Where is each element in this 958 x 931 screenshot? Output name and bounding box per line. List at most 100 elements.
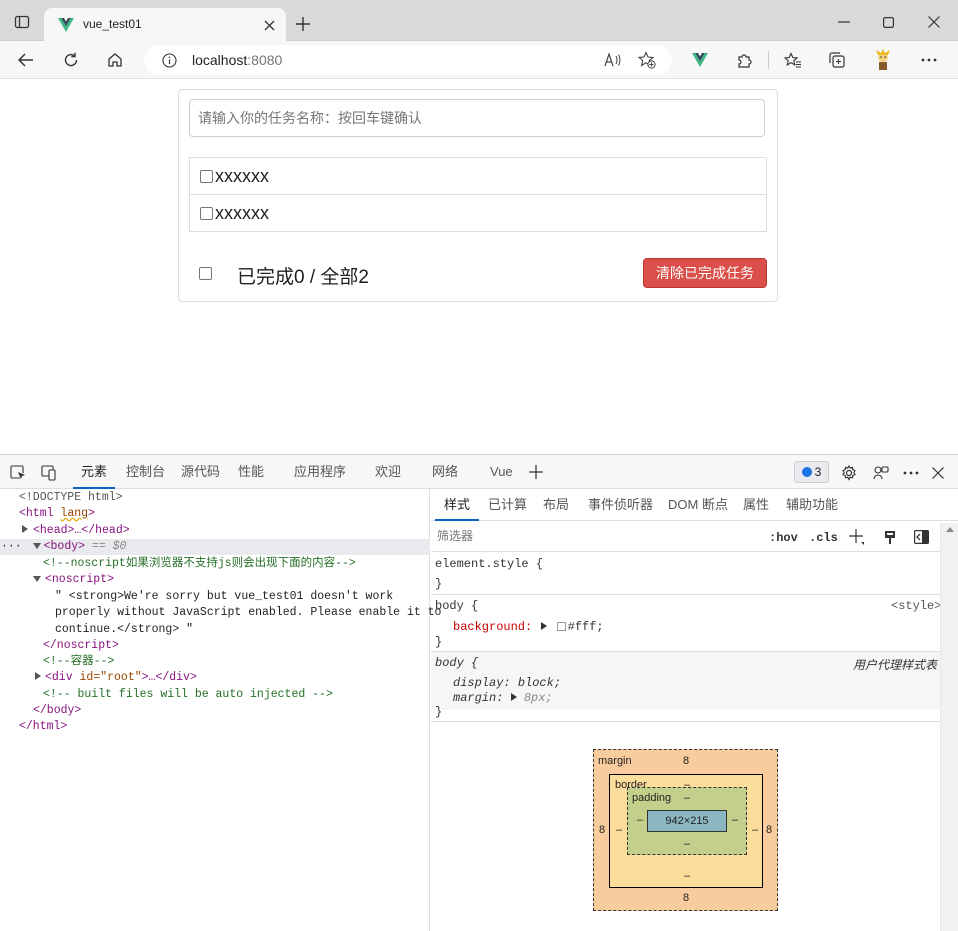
- element-style-selector[interactable]: element.style {: [435, 557, 543, 571]
- dom-node[interactable]: </noscript>: [43, 638, 119, 654]
- dom-text-node[interactable]: " <strong>We're sorry but vue_test01 doe…: [55, 589, 393, 605]
- dom-node-selected[interactable]: ··· <body> == $0: [0, 539, 430, 555]
- margin-declaration[interactable]: margin: 8px;: [453, 691, 553, 705]
- tab-welcome[interactable]: 欢迎: [375, 455, 401, 489]
- tab-network[interactable]: 网络: [432, 455, 458, 489]
- dom-node[interactable]: <head>…</head>: [22, 523, 130, 539]
- tab-actions-icon[interactable]: [14, 14, 30, 30]
- feedback-icon[interactable]: [872, 464, 889, 481]
- dom-text-node[interactable]: properly without JavaScript enabled. Ple…: [55, 605, 441, 621]
- close-devtools-icon[interactable]: [929, 464, 946, 481]
- new-style-rule-icon[interactable]: [849, 529, 865, 545]
- border-right-value[interactable]: –: [752, 824, 758, 836]
- border-left-value[interactable]: –: [616, 824, 622, 836]
- list-item[interactable]: xxxxxx: [190, 158, 766, 195]
- styles-scrollbar[interactable]: [940, 523, 958, 931]
- styles-filter-input[interactable]: [434, 525, 756, 547]
- inspect-element-icon[interactable]: [9, 464, 26, 481]
- refresh-icon[interactable]: [62, 51, 80, 69]
- border-bottom-value[interactable]: –: [684, 870, 690, 882]
- task-name-input[interactable]: [189, 99, 765, 137]
- hov-toggle[interactable]: :hov: [769, 531, 798, 545]
- scroll-up-arrow[interactable]: [946, 527, 954, 532]
- item-checkbox[interactable]: [200, 207, 213, 220]
- padding-bottom-value[interactable]: –: [684, 838, 690, 850]
- settings-gear-icon[interactable]: [840, 464, 857, 481]
- display-declaration[interactable]: display: block;: [453, 676, 561, 690]
- stab-styles[interactable]: 样式: [435, 489, 480, 521]
- expand-triangle-icon[interactable]: [510, 693, 517, 701]
- dom-node[interactable]: <!DOCTYPE html>: [19, 490, 123, 506]
- padding-right-value[interactable]: –: [732, 814, 738, 826]
- dom-node[interactable]: </body>: [33, 703, 81, 719]
- padding-top-value[interactable]: –: [684, 792, 690, 804]
- margin-right-value[interactable]: 8: [766, 824, 772, 836]
- list-item[interactable]: xxxxxx: [190, 195, 766, 232]
- dom-node[interactable]: <!--noscript如果浏览器不支持js则会出现下面的内容-->: [43, 556, 356, 572]
- color-swatch[interactable]: [556, 622, 566, 632]
- extensions-icon[interactable]: [735, 51, 753, 69]
- expand-triangle-icon[interactable]: [35, 672, 41, 680]
- background-declaration[interactable]: background: #fff;: [453, 620, 604, 634]
- box-model-margin[interactable]: margin 8 8 8 8 border – – – – padding – …: [593, 749, 778, 911]
- more-tools-plus-icon[interactable]: [528, 464, 544, 480]
- back-icon[interactable]: [17, 51, 35, 69]
- node-actions-icon[interactable]: ···: [1, 540, 22, 553]
- dom-node[interactable]: <div id="root">…</div>: [35, 670, 197, 686]
- select-all-checkbox[interactable]: [199, 267, 212, 280]
- clear-completed-button[interactable]: 清除已完成任务: [643, 258, 767, 288]
- url-text[interactable]: localhost:8080: [192, 52, 282, 68]
- favorite-add-icon[interactable]: [638, 51, 656, 69]
- dom-node[interactable]: <!--容器-->: [43, 654, 114, 670]
- toggle-computed-sidebar-icon[interactable]: [913, 529, 929, 545]
- device-emulation-icon[interactable]: [40, 464, 57, 481]
- box-model-padding[interactable]: padding – – – – 942×215: [627, 787, 747, 855]
- tab-elements[interactable]: 元素: [73, 455, 116, 489]
- box-model-border[interactable]: border – – – – padding – – – – 942×215: [609, 774, 763, 888]
- close-tab-icon[interactable]: [262, 18, 276, 32]
- element-state-icon[interactable]: [882, 529, 898, 545]
- browser-tab[interactable]: vue_test01: [44, 8, 286, 42]
- home-icon[interactable]: [106, 51, 124, 69]
- profile-avatar-icon[interactable]: [872, 49, 894, 71]
- dom-node[interactable]: <!-- built files will be auto injected -…: [43, 687, 333, 703]
- cls-toggle[interactable]: .cls: [809, 531, 838, 545]
- collapse-triangle-icon[interactable]: [32, 543, 41, 549]
- devtools-more-icon[interactable]: [902, 464, 919, 481]
- new-tab-icon[interactable]: [295, 16, 311, 32]
- maximize-icon[interactable]: [880, 14, 896, 30]
- stab-properties[interactable]: 属性: [743, 489, 769, 521]
- expand-triangle-icon[interactable]: [22, 525, 28, 533]
- stab-event-listeners[interactable]: 事件侦听器: [588, 489, 653, 521]
- tab-console[interactable]: 控制台: [126, 455, 165, 489]
- address-bar[interactable]: localhost:8080: [144, 45, 672, 75]
- margin-top-value[interactable]: 8: [683, 755, 689, 767]
- more-menu-icon[interactable]: [920, 51, 938, 69]
- issues-badge[interactable]: 3: [794, 461, 829, 483]
- close-window-icon[interactable]: [926, 14, 942, 30]
- margin-left-value[interactable]: 8: [599, 824, 605, 836]
- body-rule-source[interactable]: <style>: [891, 599, 941, 613]
- stab-layout[interactable]: 布局: [543, 489, 569, 521]
- collapse-triangle-icon[interactable]: [33, 576, 41, 582]
- dom-node[interactable]: <html lang>: [19, 506, 95, 522]
- stab-accessibility[interactable]: 辅助功能: [786, 489, 838, 521]
- margin-bottom-value[interactable]: 8: [683, 892, 689, 904]
- dom-text-node[interactable]: continue.</strong> ": [55, 622, 193, 638]
- expand-triangle-icon[interactable]: [541, 622, 548, 630]
- body-rule-selector[interactable]: body {: [435, 599, 478, 613]
- favorites-icon[interactable]: [784, 51, 802, 69]
- minimize-icon[interactable]: [836, 14, 852, 30]
- dom-node[interactable]: <noscript>: [33, 572, 114, 588]
- tab-application[interactable]: 应用程序: [294, 455, 346, 489]
- padding-left-value[interactable]: –: [637, 814, 643, 826]
- box-model-content[interactable]: 942×215: [647, 810, 727, 832]
- stab-computed[interactable]: 已计算: [488, 489, 527, 521]
- tab-sources[interactable]: 源代码: [181, 455, 220, 489]
- tab-performance[interactable]: 性能: [238, 455, 264, 489]
- read-aloud-icon[interactable]: [604, 52, 622, 68]
- collections-icon[interactable]: [828, 51, 846, 69]
- site-info-icon[interactable]: [161, 52, 177, 68]
- ua-rule-selector[interactable]: body {: [435, 656, 478, 670]
- stab-dom-breakpoints[interactable]: DOM 断点: [668, 489, 728, 521]
